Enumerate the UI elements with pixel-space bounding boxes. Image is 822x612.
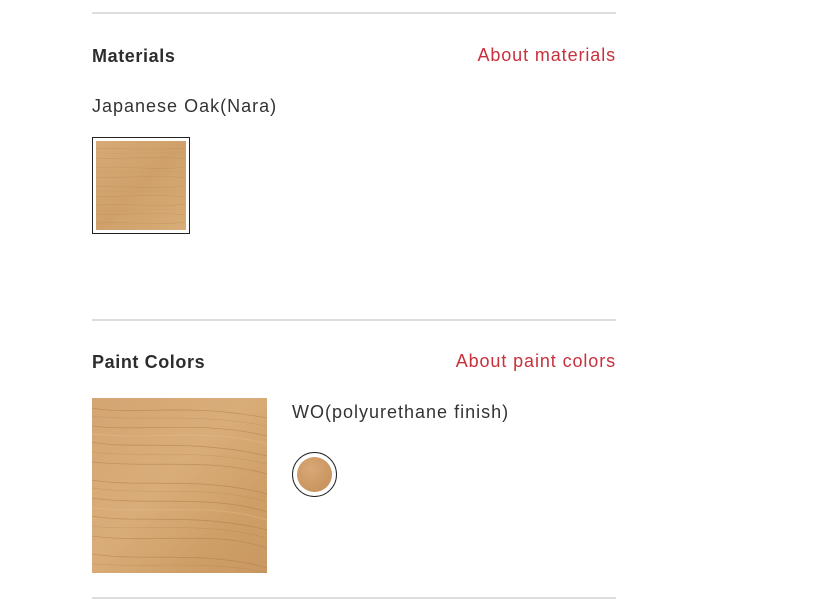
section-divider-top <box>92 12 616 14</box>
paint-colors-title: Paint Colors <box>92 352 206 372</box>
oak-texture-icon <box>96 141 186 230</box>
materials-title: Materials <box>92 46 176 66</box>
paint-color-chip-wo[interactable] <box>292 452 337 497</box>
selected-paint-name: WO(polyurethane finish) <box>292 402 510 422</box>
section-divider-middle <box>92 319 616 321</box>
selected-material-name: Japanese Oak(Nara) <box>92 96 278 116</box>
about-paint-colors-link[interactable]: About paint colors <box>456 351 616 372</box>
paint-finish-preview-image <box>92 398 267 573</box>
about-materials-link[interactable]: About materials <box>477 45 616 66</box>
section-divider-bottom <box>92 597 616 599</box>
material-swatch-japanese-oak[interactable] <box>92 137 190 234</box>
product-options-panel: Materials About materials Japanese Oak(N… <box>0 0 822 612</box>
wo-color-swatch-icon <box>297 457 332 492</box>
